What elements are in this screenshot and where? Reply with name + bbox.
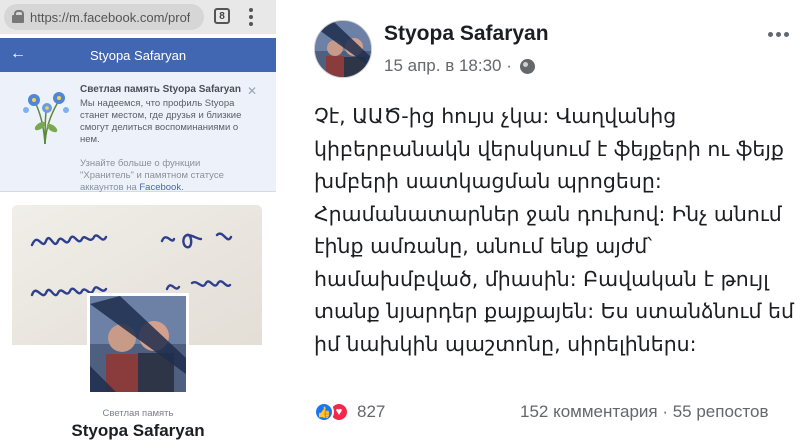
browser-menu-icon[interactable] — [249, 8, 253, 26]
post-meta: 15 апр. в 18:30 · — [384, 56, 535, 76]
tab-switcher-button[interactable]: 8 — [214, 8, 230, 24]
facebook-header-bar: ← Styopa Safaryan — [0, 38, 276, 72]
post-options-icon[interactable] — [768, 32, 789, 37]
memorial-body: Мы надеемся, что профиль Styopa станет м… — [80, 98, 242, 145]
globe-icon — [519, 58, 535, 74]
forget-me-not-flowers-icon — [23, 92, 69, 145]
author-avatar[interactable] — [314, 20, 372, 78]
close-icon[interactable]: ✕ — [247, 84, 257, 98]
comments-shares-count[interactable]: 152 комментария · 55 репостов — [520, 402, 768, 422]
mobile-profile-panel: https://m.facebook.com/prof 8 ← Styopa S… — [0, 0, 276, 445]
post-panel: Styopa Safaryan 15 апр. в 18:30 · Չէ, ԱԱ… — [296, 0, 800, 445]
back-arrow-icon[interactable]: ← — [10, 46, 26, 62]
memorial-title: Светлая память Styopa Safaryan — [80, 84, 241, 95]
memorial-notice-card: ✕ Светлая память Styopa Safaryan Мы наде… — [0, 72, 276, 194]
post-body-text: Չէ, ԱԱԾ-ից հույս չկա: Վաղվանից կիբերբանա… — [314, 104, 794, 356]
profile-name: Styopa Safaryan — [71, 421, 205, 440]
header-title: Styopa Safaryan — [89, 47, 187, 63]
lock-icon — [12, 10, 24, 24]
reaction-summary[interactable]: 👍 ♥ 827 — [314, 402, 385, 422]
like-icon: 👍 — [314, 402, 334, 422]
memorial-learn-more: Узнайте больше о функции "Хранитель" и п… — [80, 158, 255, 194]
facebook-link[interactable]: Facebook. — [139, 182, 183, 193]
url-text: https://m.facebook.com/prof — [30, 9, 191, 25]
address-bar[interactable]: https://m.facebook.com/prof — [4, 4, 204, 30]
post-author-name[interactable]: Styopa Safaryan — [384, 22, 549, 46]
reaction-count: 827 — [357, 402, 386, 421]
post-timestamp[interactable]: 15 апр. в 18:30 · — [384, 56, 512, 76]
profile-picture[interactable] — [87, 293, 189, 395]
memorial-status-label: Светлая память — [102, 408, 174, 419]
browser-toolbar: https://m.facebook.com/prof 8 — [0, 0, 276, 34]
